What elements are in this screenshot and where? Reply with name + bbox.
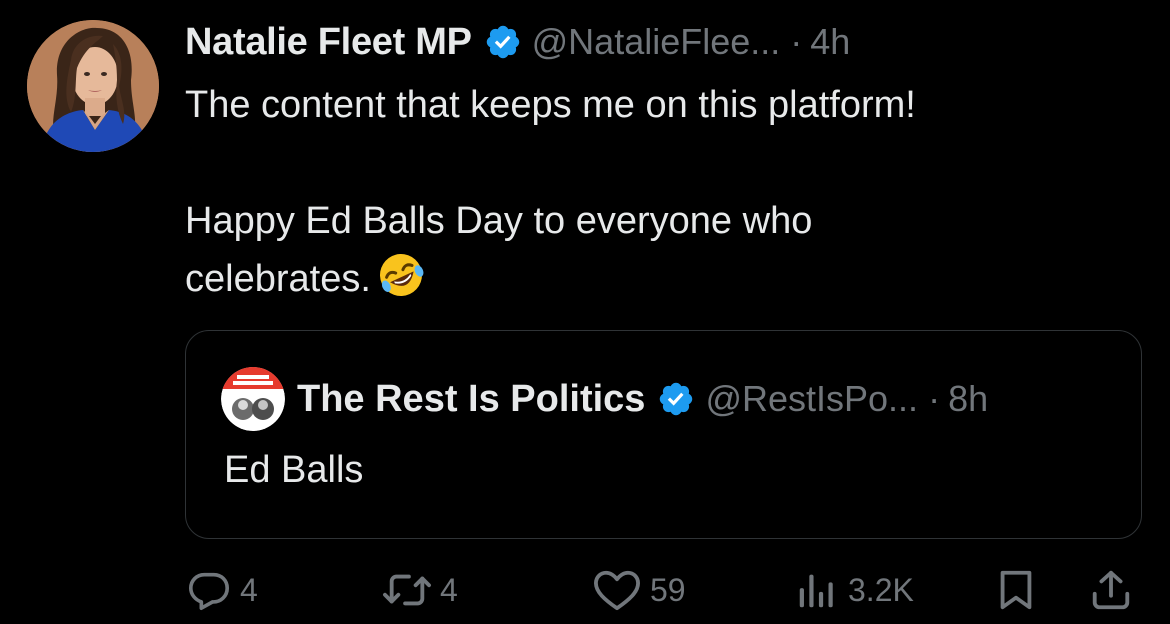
separator-dot: · xyxy=(790,21,803,62)
views-button[interactable]: 3.2K xyxy=(794,560,914,620)
quoted-author-avatar[interactable] xyxy=(221,367,285,431)
views-count: 3.2K xyxy=(848,571,914,608)
quoted-tweet-time[interactable]: 8h xyxy=(948,378,988,420)
tweet-line: celebrates. xyxy=(185,250,1125,308)
tweet-line: The content that keeps me on this platfo… xyxy=(185,84,916,126)
views-icon xyxy=(799,574,833,608)
tweet-line: Happy Ed Balls Day to everyone who xyxy=(185,200,813,242)
like-count: 59 xyxy=(650,571,686,608)
tweet[interactable]: Natalie Fleet MP @NatalieFlee... · 4h Th… xyxy=(0,0,1170,624)
quoted-author-name[interactable]: The Rest Is Politics xyxy=(297,378,645,421)
tweet-text: The content that keeps me on this platfo… xyxy=(185,76,1125,308)
quoted-tweet-text: Ed Balls xyxy=(224,449,364,491)
reply-icon xyxy=(188,572,230,611)
rolling-laughing-emoji-icon xyxy=(377,251,425,299)
tweet-line-text: celebrates. xyxy=(185,258,371,300)
reply-button[interactable]: 4 xyxy=(186,560,258,620)
like-icon xyxy=(594,570,640,611)
retweet-count: 4 xyxy=(440,571,458,608)
bookmark-icon xyxy=(1000,570,1032,610)
share-button[interactable] xyxy=(1088,560,1134,620)
verified-badge-icon xyxy=(484,23,522,61)
reply-count: 4 xyxy=(240,571,258,608)
retweet-button[interactable]: 4 xyxy=(382,560,458,620)
separator-dot: · xyxy=(928,378,941,419)
author-avatar[interactable] xyxy=(27,20,159,152)
tweet-header: Natalie Fleet MP @NatalieFlee... · 4h xyxy=(185,14,850,70)
quoted-tweet[interactable]: The Rest Is Politics @RestIsPo... · 8h E… xyxy=(185,330,1142,539)
bookmark-button[interactable] xyxy=(994,560,1038,620)
quoted-author-handle[interactable]: @RestIsPo... xyxy=(705,378,918,420)
action-bar: 4 4 59 3.2K xyxy=(0,560,1170,620)
tweet-time[interactable]: 4h xyxy=(810,21,850,63)
author-name[interactable]: Natalie Fleet MP xyxy=(185,21,472,64)
verified-badge-icon xyxy=(657,380,695,418)
like-button[interactable]: 59 xyxy=(592,560,686,620)
quoted-tweet-header: The Rest Is Politics @RestIsPo... · 8h xyxy=(221,367,988,431)
share-icon xyxy=(1092,570,1130,610)
author-handle[interactable]: @NatalieFlee... xyxy=(532,21,781,63)
retweet-icon xyxy=(383,574,431,606)
